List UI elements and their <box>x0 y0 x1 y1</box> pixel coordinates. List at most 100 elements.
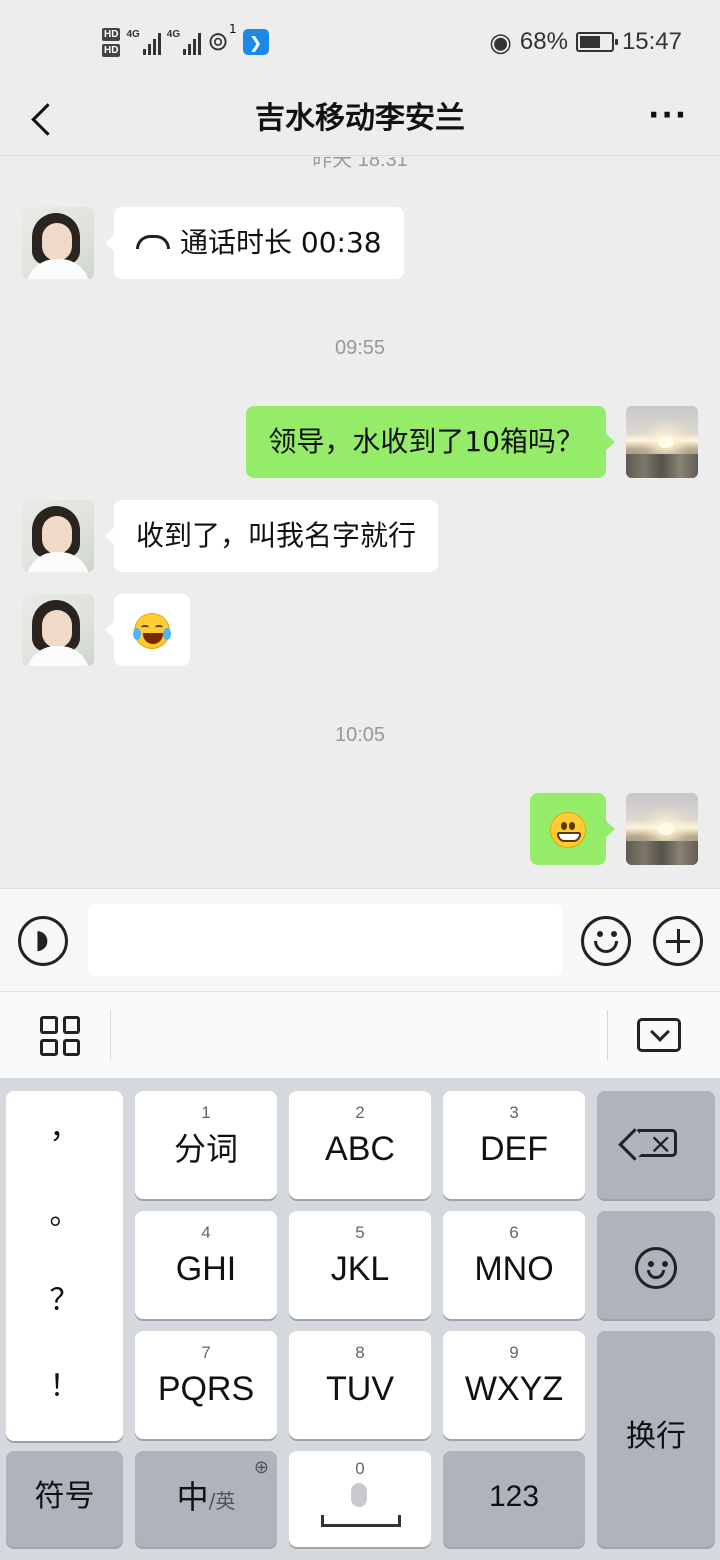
battery-level <box>579 36 601 48</box>
key-label: DEF <box>480 1130 548 1168</box>
key-4[interactable]: 4 GHI <box>135 1211 277 1319</box>
phone-hangup-icon <box>136 235 170 249</box>
language-label: 中/英 <box>135 1477 277 1521</box>
key-label: PQRS <box>157 1370 255 1408</box>
signal-icon-2: 4G <box>166 29 202 55</box>
hd-indicator: HD HD <box>102 27 121 57</box>
keyboard: ， 。 ？ ！ 1 分词 2 ABC 3 DEF 4 GHI 5 JKL 6 M… <box>0 1078 720 1560</box>
key-label: TUV <box>326 1370 394 1408</box>
contact-avatar[interactable] <box>22 500 94 572</box>
emoji-button[interactable] <box>581 916 631 966</box>
smiley-icon <box>635 1247 677 1289</box>
key-6[interactable]: 6 MNO <box>443 1211 585 1319</box>
emoji-key[interactable] <box>597 1211 715 1319</box>
message-input[interactable] <box>88 904 562 976</box>
key-label: GHI <box>175 1250 237 1288</box>
key-label: 分词 <box>173 1130 238 1168</box>
call-record-bubble[interactable]: 通话时长 00:38 <box>105 207 404 279</box>
status-right: ◉ 68% 15:47 <box>489 26 682 58</box>
battery-percent: 68% <box>519 28 568 55</box>
hd-badge-2: HD <box>102 43 121 57</box>
status-left: HD HD 4G 4G ⊚ 1 ❯ <box>102 22 269 62</box>
microphone-icon <box>351 1483 367 1507</box>
key-label: MNO <box>474 1250 554 1288</box>
key-8[interactable]: 8 TUV <box>289 1331 431 1439</box>
chat-title: 吉水移动李安兰 <box>255 101 465 136</box>
symbols-key[interactable]: 符号 <box>6 1451 123 1547</box>
key-label: ABC <box>325 1130 395 1168</box>
my-avatar[interactable] <box>626 406 698 478</box>
key-number: 4 <box>201 1223 211 1242</box>
signal-icon-1: 4G <box>126 29 161 55</box>
numbers-label: 123 <box>488 1480 540 1513</box>
key-number: 0 <box>355 1459 365 1478</box>
message-text: 领导，水收到了10箱吗？ <box>268 425 584 458</box>
key-9[interactable]: 9 WXYZ <box>443 1331 585 1439</box>
key-number: 2 <box>355 1103 365 1122</box>
outgoing-emoji-bubble[interactable] <box>530 793 615 865</box>
smile-icon <box>597 931 617 937</box>
punct-question-key[interactable]: ？ <box>6 1281 123 1321</box>
symbols-label: 符号 <box>34 1479 95 1514</box>
laugh-cry-emoji-icon <box>133 613 171 649</box>
network-type-1: 4G <box>126 29 140 40</box>
key-number: 3 <box>509 1103 519 1122</box>
space-icon <box>321 1515 401 1527</box>
more-functions-button[interactable] <box>653 916 703 966</box>
ime-divider <box>110 1010 111 1060</box>
battery-icon <box>575 32 618 52</box>
lang-alt: /英 <box>208 1489 236 1513</box>
lang-main: 中 <box>176 1478 209 1516</box>
message-list[interactable]: 昨天 18:31 通话时长 00:38 09:55 领导，水收到了10箱吗？ 收… <box>0 157 720 887</box>
key-2[interactable]: 2 ABC <box>289 1091 431 1199</box>
key-label: JKL <box>330 1250 390 1288</box>
incoming-emoji-bubble[interactable] <box>105 594 190 666</box>
network-type-2: 4G <box>166 29 181 40</box>
ime-toolbar <box>0 991 720 1078</box>
my-avatar[interactable] <box>626 793 698 865</box>
language-switch-key[interactable]: ⊕ 中/英 <box>135 1451 277 1547</box>
key-number: 1 <box>201 1103 211 1122</box>
key-3[interactable]: 3 DEF <box>443 1091 585 1199</box>
enter-key[interactable]: 换行 <box>597 1331 715 1547</box>
contact-avatar[interactable] <box>22 207 94 279</box>
punct-exclaim-key[interactable]: ！ <box>6 1367 123 1407</box>
contact-avatar[interactable] <box>22 594 94 666</box>
hd-badge-1: HD <box>102 27 121 41</box>
backspace-icon <box>637 1126 677 1162</box>
more-options-button[interactable]: ··· <box>648 101 688 134</box>
grin-emoji-icon <box>550 812 586 848</box>
key-number: 8 <box>355 1343 365 1362</box>
backspace-key[interactable] <box>597 1091 715 1199</box>
key-7[interactable]: 7 PQRS <box>135 1331 277 1439</box>
timestamp: 10:05 <box>334 724 386 746</box>
key-number: 9 <box>509 1343 519 1362</box>
key-1[interactable]: 1 分词 <box>135 1091 277 1199</box>
hide-keyboard-icon[interactable] <box>637 1018 681 1052</box>
key-label: WXYZ <box>464 1370 564 1408</box>
app-notification-icon: ❯ <box>242 29 269 55</box>
voice-input-button[interactable] <box>18 916 68 966</box>
numbers-key[interactable]: 123 <box>443 1451 585 1547</box>
call-duration-text: 通话时长 00:38 <box>180 226 382 259</box>
status-bar: HD HD 4G 4G ⊚ 1 ❯ ◉ 68% 15:47 <box>0 0 720 84</box>
key-5[interactable]: 5 JKL <box>289 1211 431 1319</box>
input-bar <box>0 888 720 991</box>
outgoing-message-bubble[interactable]: 领导，水收到了10箱吗？ <box>246 406 615 478</box>
ime-divider <box>607 1010 608 1060</box>
eye-comfort-icon: ◉ <box>489 26 512 57</box>
space-key[interactable]: 0 <box>289 1451 431 1547</box>
key-number: 5 <box>355 1223 365 1242</box>
hotspot-icon: ⊚ <box>207 27 229 57</box>
globe-icon: ⊕ <box>253 1457 269 1478</box>
timestamp-partial: 昨天 18:31 <box>312 157 408 171</box>
timestamp: 09:55 <box>334 337 386 359</box>
enter-label: 换行 <box>626 1419 686 1454</box>
punctuation-column[interactable]: ， 。 ？ ！ <box>6 1091 123 1441</box>
incoming-message-bubble[interactable]: 收到了，叫我名字就行 <box>104 500 439 572</box>
punct-comma-key[interactable]: ， <box>6 1109 123 1149</box>
punct-period-key[interactable]: 。 <box>6 1195 123 1235</box>
message-text: 收到了，叫我名字就行 <box>136 519 417 552</box>
hotspot-count: 1 <box>228 22 237 36</box>
ime-menu-grid-icon[interactable] <box>40 1016 80 1056</box>
